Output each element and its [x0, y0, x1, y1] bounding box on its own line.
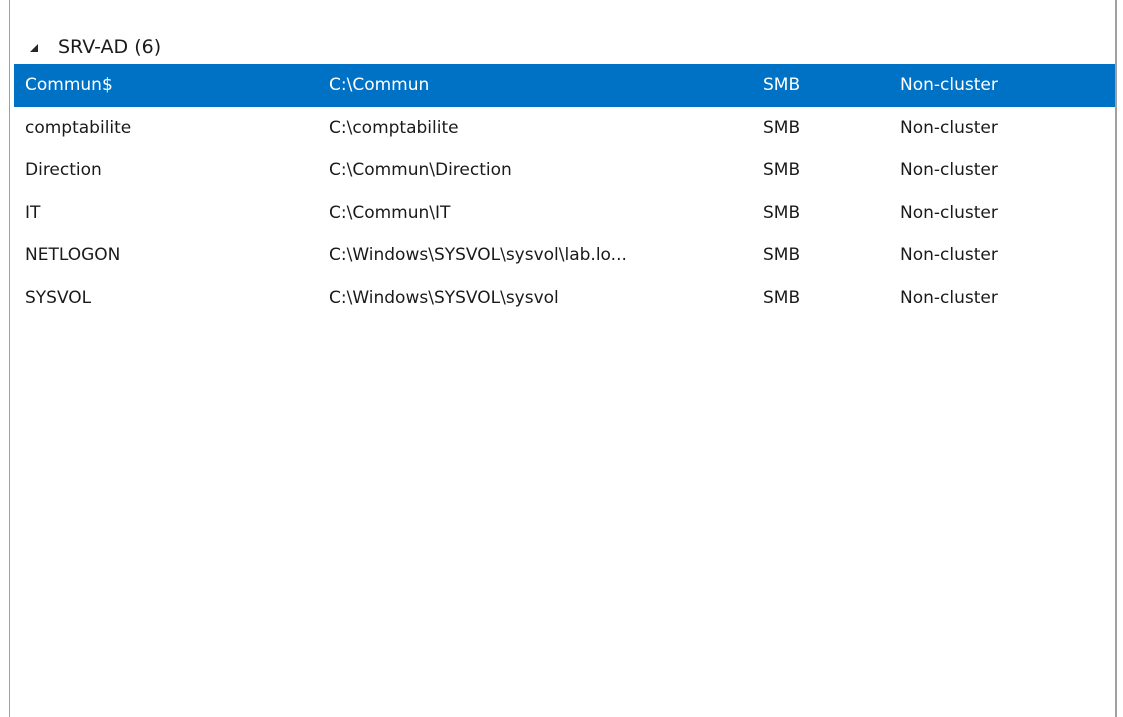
share-name: comptabilite: [25, 117, 132, 138]
share-availability: Non-cluster: [900, 245, 998, 265]
share-row[interactable]: Direction C:\Commun\Direction SMB Non-cl…: [14, 149, 1115, 192]
share-protocol: SMB: [763, 75, 801, 95]
shares-panel: SRV-AD (6) Commun$ C:\Commun SMB Non-clu…: [0, 0, 1123, 717]
share-name: IT: [25, 202, 41, 223]
panel-right-border: [1115, 0, 1117, 717]
share-availability: Non-cluster: [900, 117, 998, 138]
share-name: SYSVOL: [25, 287, 92, 308]
server-group-header[interactable]: SRV-AD (6): [30, 32, 161, 62]
panel-left-border: [9, 0, 10, 717]
share-availability: Non-cluster: [900, 287, 998, 308]
share-path: C:\Commun\IT: [329, 202, 451, 223]
share-path: C:\Windows\SYSVOL\sysvol\lab.lo...: [329, 245, 627, 265]
share-protocol: SMB: [763, 245, 801, 265]
server-group-label: SRV-AD (6): [58, 36, 162, 58]
share-path: C:\Commun: [329, 75, 430, 95]
share-availability: Non-cluster: [900, 75, 998, 95]
share-protocol: SMB: [763, 287, 801, 308]
share-name: Direction: [25, 160, 102, 180]
share-row[interactable]: NETLOGON C:\Windows\SYSVOL\sysvol\lab.lo…: [14, 234, 1115, 277]
share-row[interactable]: IT C:\Commun\IT SMB Non-cluster: [14, 192, 1115, 235]
shares-list: Commun$ C:\Commun SMB Non-cluster compta…: [14, 64, 1115, 319]
collapse-triangle-icon[interactable]: [30, 44, 38, 52]
share-availability: Non-cluster: [900, 160, 998, 180]
share-availability: Non-cluster: [900, 202, 998, 223]
share-path: C:\comptabilite: [329, 117, 459, 138]
share-protocol: SMB: [763, 202, 801, 223]
share-row[interactable]: comptabilite C:\comptabilite SMB Non-clu…: [14, 107, 1115, 150]
share-name: NETLOGON: [25, 245, 121, 265]
share-row[interactable]: Commun$ C:\Commun SMB Non-cluster: [14, 64, 1115, 107]
share-row[interactable]: SYSVOL C:\Windows\SYSVOL\sysvol SMB Non-…: [14, 277, 1115, 320]
share-path: C:\Windows\SYSVOL\sysvol: [329, 287, 559, 308]
share-path: C:\Commun\Direction: [329, 160, 512, 180]
share-protocol: SMB: [763, 117, 801, 138]
share-name: Commun$: [25, 75, 113, 95]
share-protocol: SMB: [763, 160, 801, 180]
